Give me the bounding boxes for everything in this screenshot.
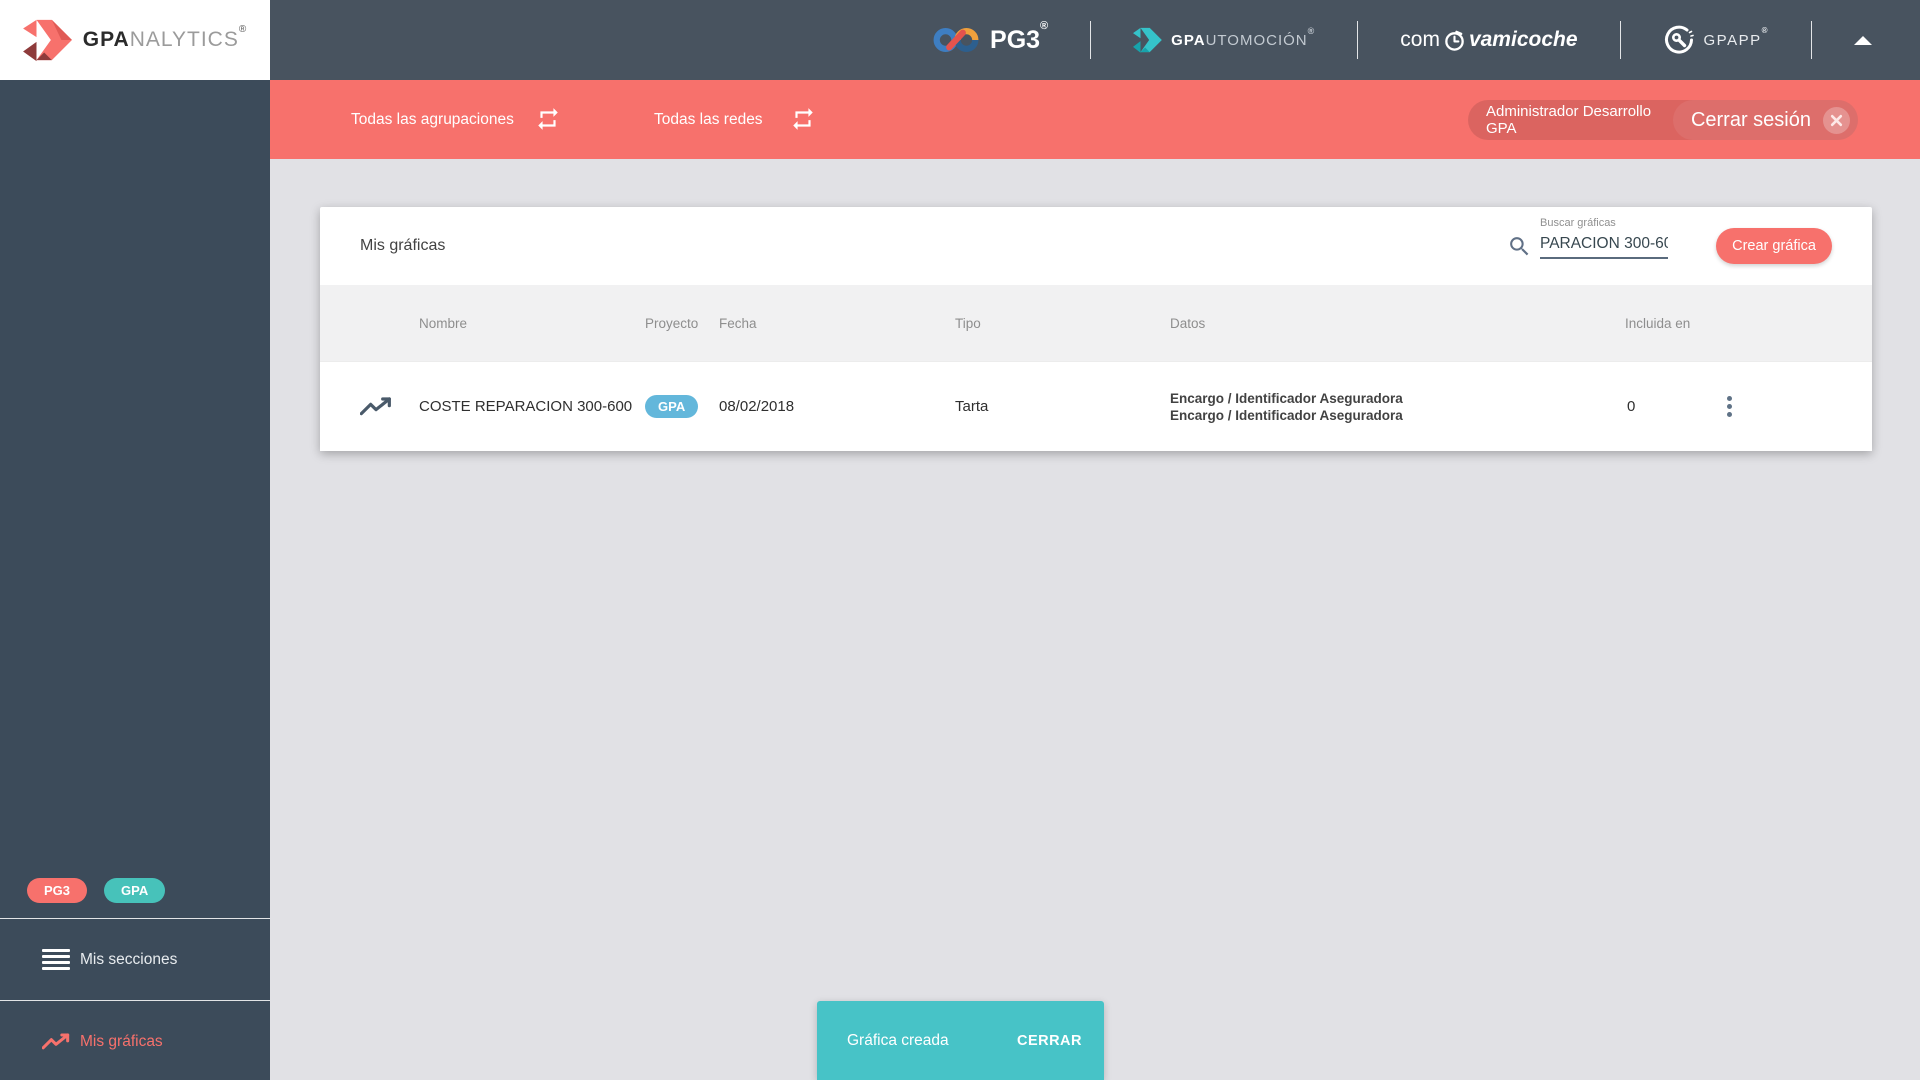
table-row[interactable]: COSTE REPARACION 300-600 GPA 08/02/2018 … [320, 361, 1872, 451]
topbar-divider [1090, 21, 1092, 59]
my-charts-card: Mis gráficas Buscar gráficas Crear gráfi… [320, 207, 1872, 451]
table-header: Nombre Proyecto Fecha Tipo Datos Incluid… [320, 285, 1872, 361]
top-bar: PG3® GPAUTOMOCIÓN® com vamicoche GPAPP® [0, 0, 1920, 80]
topbar-divider [1619, 21, 1621, 59]
sections-list-icon [42, 949, 72, 970]
collapse-topbar-button[interactable] [1854, 35, 1872, 45]
topbar-divider [1357, 21, 1359, 59]
create-chart-button[interactable]: Crear gráfica [1716, 228, 1832, 264]
search-field: Buscar gráficas [1540, 217, 1668, 259]
column-header-proyecto: Proyecto [645, 315, 699, 331]
registered-mark: ® [1761, 25, 1769, 35]
chart-type-cell [320, 396, 419, 417]
topbar-product-links: PG3® GPAUTOMOCIÓN® com vamicoche GPAPP® [932, 0, 1872, 80]
gpapp-wrench-icon [1663, 24, 1695, 56]
gpanalytics-label: GPANALYTICS® [82, 24, 248, 51]
column-header-fecha: Fecha [719, 315, 757, 331]
gpa-badge[interactable]: GPA [104, 878, 166, 903]
column-header-datos: Datos [1170, 315, 1206, 331]
logout-button[interactable]: Cerrar sesión [1672, 100, 1858, 140]
gpapp-label: GPAPP® [1703, 25, 1769, 49]
trending-up-icon [42, 1032, 72, 1051]
logout-close-icon [1823, 106, 1850, 134]
gpautomocion-logo[interactable]: GPAUTOMOCIÓN® [1133, 26, 1315, 54]
row-actions-cell [1717, 395, 1872, 419]
included-in-cell: 0 [1625, 398, 1717, 415]
card-header: Mis gráficas Buscar gráficas Crear gráfi… [320, 207, 1872, 285]
gpautomocion-label: GPAUTOMOCIÓN® [1171, 25, 1316, 49]
trending-up-icon [360, 396, 392, 417]
sidebar-item-label: Mis gráficas [80, 1032, 163, 1050]
sidebar-item-mis-graficas[interactable]: Mis gráficas [0, 1001, 270, 1080]
chart-name-cell: COSTE REPARACION 300-600 [419, 398, 633, 415]
swap-groupings-icon[interactable] [535, 106, 561, 132]
registered-mark: ® [1040, 19, 1049, 32]
column-header-nombre: Nombre [419, 315, 468, 331]
row-menu-kebab-icon[interactable] [1717, 395, 1741, 419]
user-chip: Administrador Desarrollo GPA Cerrar sesi… [1468, 100, 1858, 140]
all-groupings-label: Todas las agrupaciones [351, 110, 514, 128]
search-field-label: Buscar gráficas [1540, 217, 1616, 229]
snackbar-close-button[interactable]: CERRAR [1017, 1033, 1082, 1049]
pg3-label: PG3® [990, 19, 1049, 54]
filter-bar: Todas las agrupaciones Todas las redes A… [270, 80, 1920, 159]
current-user-label: Administrador Desarrollo GPA [1486, 103, 1652, 137]
pg3-logo[interactable]: PG3® [932, 19, 1049, 55]
gpanalytics-logo[interactable]: GPANALYTICS® [0, 0, 270, 80]
project-badge: GPA [645, 395, 699, 418]
pg3-badge[interactable]: PG3 [27, 878, 88, 903]
snackbar-message: Gráfica creada [847, 1031, 949, 1049]
gpanalytics-arrow-icon [22, 17, 73, 63]
comvamicoche-post: vamicoche [1468, 28, 1578, 51]
clock-icon [1443, 29, 1466, 52]
page-title: Mis gráficas [360, 237, 446, 254]
type-cell: Tarta [955, 398, 989, 415]
topbar-divider [1811, 21, 1812, 59]
swap-networks-icon[interactable] [790, 106, 816, 132]
sidebar-item-mis-secciones[interactable]: Mis secciones [0, 919, 270, 1000]
included-in-count: 0 [1627, 398, 1636, 415]
sidebar-badges: PG3 GPA [27, 878, 166, 903]
all-networks-label: Todas las redes [654, 110, 763, 128]
search-icon[interactable] [1507, 234, 1532, 259]
data-line: Encargo / Identificador Aseguradora [1170, 407, 1403, 423]
sidebar-item-label: Mis secciones [80, 950, 178, 968]
data-line: Encargo / Identificador Aseguradora [1170, 390, 1403, 406]
comvamicoche-pre: com [1400, 28, 1440, 51]
sidebar: PG3 GPA Mis secciones Mis gráficas [0, 80, 270, 1080]
registered-mark: ® [238, 24, 248, 35]
gpautomocion-arrow-icon [1133, 26, 1163, 54]
project-cell: GPA [645, 395, 719, 418]
date-cell: 08/02/2018 [719, 398, 795, 415]
data-cell: Encargo / Identificador Aseguradora Enca… [1170, 390, 1625, 424]
snackbar: Gráfica creada CERRAR [817, 1001, 1104, 1080]
pg3-infinity-icon [932, 26, 980, 54]
search-input[interactable] [1540, 233, 1668, 259]
comvamicoche-logo[interactable]: com vamicoche [1400, 28, 1577, 52]
gpapp-logo[interactable]: GPAPP® [1663, 24, 1769, 56]
registered-mark: ® [1307, 25, 1316, 36]
column-header-tipo: Tipo [955, 315, 981, 331]
logout-label: Cerrar sesión [1690, 108, 1811, 131]
column-header-incluida-en: Incluida en [1625, 315, 1691, 331]
